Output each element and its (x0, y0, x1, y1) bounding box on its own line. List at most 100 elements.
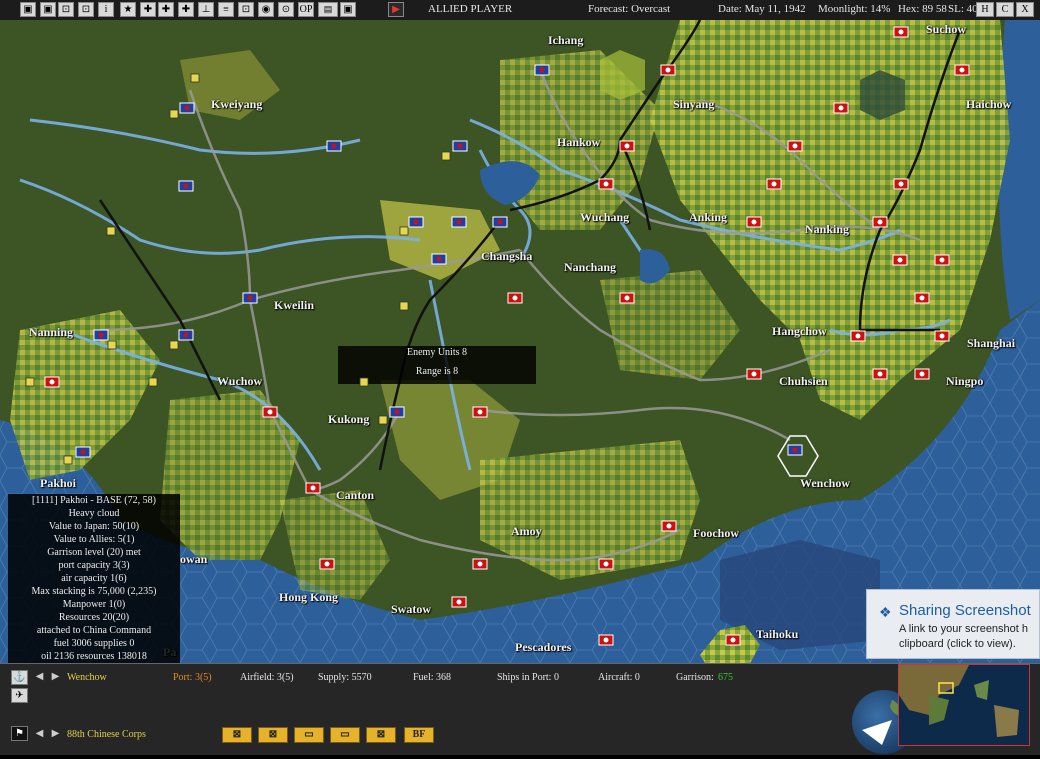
info-manpower: Manpower 1(0) (62, 599, 126, 610)
help-button[interactable]: H (976, 2, 994, 17)
city-label-hangchow[interactable]: Hangchow (772, 324, 827, 339)
unit-name[interactable]: 88th Chinese Corps (67, 729, 146, 740)
player-label: ALLIED PLAYER (428, 3, 513, 15)
tooltip-range: Range is 8 (415, 366, 459, 377)
date-label: Date: May 11, 1942 (718, 3, 806, 15)
info-value-japan: Value to Japan: 50(10) (48, 521, 140, 532)
anchor-icon[interactable]: ⚓ (11, 670, 28, 685)
toolbar-button-10[interactable]: ⊥ (198, 2, 214, 17)
toolbar-button-9[interactable]: ✚ (178, 2, 194, 17)
city-label-nanning[interactable]: Nanning (29, 325, 73, 340)
garrison-value: 675 (718, 672, 733, 683)
sharing-screenshot-notification[interactable]: ❖ Sharing Screenshot A link to your scre… (866, 589, 1040, 659)
city-label-changsha[interactable]: Changsha (481, 249, 532, 264)
city-label-suchow[interactable]: Suchow (926, 22, 966, 37)
unit-action-button-1[interactable]: ⊠ (222, 727, 252, 743)
unit-action-button-3[interactable]: ▭ (294, 727, 324, 743)
toolbar-button-11[interactable]: ≡ (218, 2, 234, 17)
next-unit-arrow[interactable]: ▶ (50, 728, 61, 740)
city-label-canton[interactable]: Canton (336, 488, 374, 503)
city-label-wuchang[interactable]: Wuchang (580, 210, 629, 225)
toolbar-button-2[interactable]: ▣ (40, 2, 56, 17)
city-label-pakhoi[interactable]: Pakhoi (40, 476, 76, 491)
city-label-ningpo[interactable]: Ningpo (946, 374, 983, 389)
city-label-hong-kong[interactable]: Hong Kong (279, 590, 338, 605)
unit-action-button-4[interactable]: ▭ (330, 727, 360, 743)
city-label-swatow[interactable]: Swatow (391, 602, 431, 617)
prev-unit-arrow[interactable]: ◀ (34, 728, 45, 740)
info-oil-resources: oil 2136 resources 138018 (41, 651, 147, 662)
unit-flag-icon[interactable]: ⚑ (11, 726, 28, 741)
toolbar-button-3[interactable]: ⊡ (58, 2, 74, 17)
toolbar-button-4[interactable]: ⊡ (78, 2, 94, 17)
city-label-wuchow[interactable]: Wuchow (217, 374, 262, 389)
bf-button[interactable]: BF (404, 727, 434, 743)
dropbox-icon: ❖ (879, 604, 892, 620)
city-label-partial-owan[interactable]: owan (180, 552, 207, 567)
unit-action-button-2[interactable]: ⊠ (258, 727, 288, 743)
city-label-nanchang[interactable]: Nanchang (564, 260, 616, 275)
ops-button[interactable]: ▤ (318, 2, 338, 17)
toolbar-button-13[interactable]: ◉ (258, 2, 274, 17)
city-label-wenchow[interactable]: Wenchow (800, 476, 850, 491)
supply-status: Supply: 5570 (318, 672, 372, 683)
info-resources: Resources 20(20) (58, 612, 130, 623)
forecast-label: Forecast: Overcast (588, 3, 671, 15)
toolbar-button-1[interactable]: ▣ (20, 2, 36, 17)
garrison-label: Garrison: (676, 672, 714, 683)
prev-location-arrow[interactable]: ◀ (34, 671, 45, 683)
city-label-sinyang[interactable]: Sinyang (673, 97, 714, 112)
info-max-stacking: Max stacking is 75,000 (2,235) (31, 586, 157, 597)
toolbar-button-7[interactable]: ✚ (140, 2, 156, 17)
city-label-kweilin[interactable]: Kweilin (274, 298, 314, 313)
hex-label: Hex: 89 58 (898, 3, 947, 15)
info-fuel-supplies: fuel 3006 supplies 0 (53, 638, 135, 649)
city-label-chuhsien[interactable]: Chuhsien (779, 374, 828, 389)
toolbar-button-17[interactable]: ▣ (340, 2, 356, 17)
info-air-capacity: air capacity 1(6) (61, 573, 127, 584)
city-label-taihoku[interactable]: Taihoku (756, 627, 798, 642)
c-button[interactable]: C (996, 2, 1014, 17)
toolbar-button-14[interactable]: ⊙ (278, 2, 294, 17)
city-label-haichow[interactable]: Haichow (966, 97, 1011, 112)
tooltip-enemy-units: Enemy Units 8 (407, 347, 467, 358)
notification-body[interactable]: A link to your screenshot h clipboard (c… (899, 622, 1040, 652)
airfield-status: Airfield: 3(5) (240, 672, 294, 683)
city-label-kweiyang[interactable]: Kweiyang (211, 97, 262, 112)
city-label-shanghai[interactable]: Shanghai (967, 336, 1015, 351)
next-location-arrow[interactable]: ▶ (50, 671, 61, 683)
info-base-title: [1111] Pakhoi - BASE (72, 58) (32, 495, 156, 506)
city-label-foochow[interactable]: Foochow (693, 526, 739, 541)
fuel-status: Fuel: 368 (413, 672, 452, 683)
aircraft-status: Aircraft: 0 (598, 672, 640, 683)
airplane-icon[interactable]: ✈ (11, 688, 28, 703)
city-label-nanking[interactable]: Nanking (805, 222, 849, 237)
unit-action-button-5[interactable]: ⊠ (366, 727, 396, 743)
sl-label: SL: 40 (948, 3, 978, 15)
minimap[interactable] (898, 664, 1030, 746)
toolbar-button-6[interactable]: ★ (120, 2, 136, 17)
close-button[interactable]: X (1016, 2, 1034, 17)
info-value-allies: Value to Allies: 5(1) (53, 534, 135, 545)
notification-title: Sharing Screenshot (899, 602, 1031, 619)
info-port-capacity: port capacity 3(3) (58, 560, 130, 571)
port-status: Port: 3(5) (173, 672, 212, 683)
info-button[interactable]: i (98, 2, 114, 17)
city-label-anking[interactable]: Anking (689, 210, 727, 225)
end-turn-button[interactable]: ▶ (388, 2, 404, 17)
info-command: attached to China Command (36, 625, 152, 636)
map-tooltip: Enemy Units 8 Range is 8 (338, 346, 536, 384)
toolbar-button-8[interactable]: ✚ (158, 2, 174, 17)
toolbar-button-15[interactable]: OP (298, 2, 314, 17)
moonlight-label: Moonlight: 14% (818, 3, 891, 15)
minimap-graphic (899, 665, 1029, 745)
city-label-hankow[interactable]: Hankow (557, 135, 600, 150)
base-info-panel: [1111] Pakhoi - BASE (72, 58) Heavy clou… (8, 494, 180, 663)
location-name[interactable]: Wenchow (67, 672, 107, 683)
city-label-ichang[interactable]: Ichang (548, 33, 583, 48)
toolbar-button-12[interactable]: ⊡ (238, 2, 254, 17)
city-label-amoy[interactable]: Amoy (511, 524, 542, 539)
city-label-pescadores[interactable]: Pescadores (515, 640, 571, 655)
city-label-kukong[interactable]: Kukong (328, 412, 369, 427)
top-toolbar: ▣ ▣ ⊡ ⊡ i ★ ✚ ✚ ✚ ⊥ ≡ ⊡ ◉ ⊙ OP ▤ ▣ ▶ ALL… (0, 0, 1040, 21)
